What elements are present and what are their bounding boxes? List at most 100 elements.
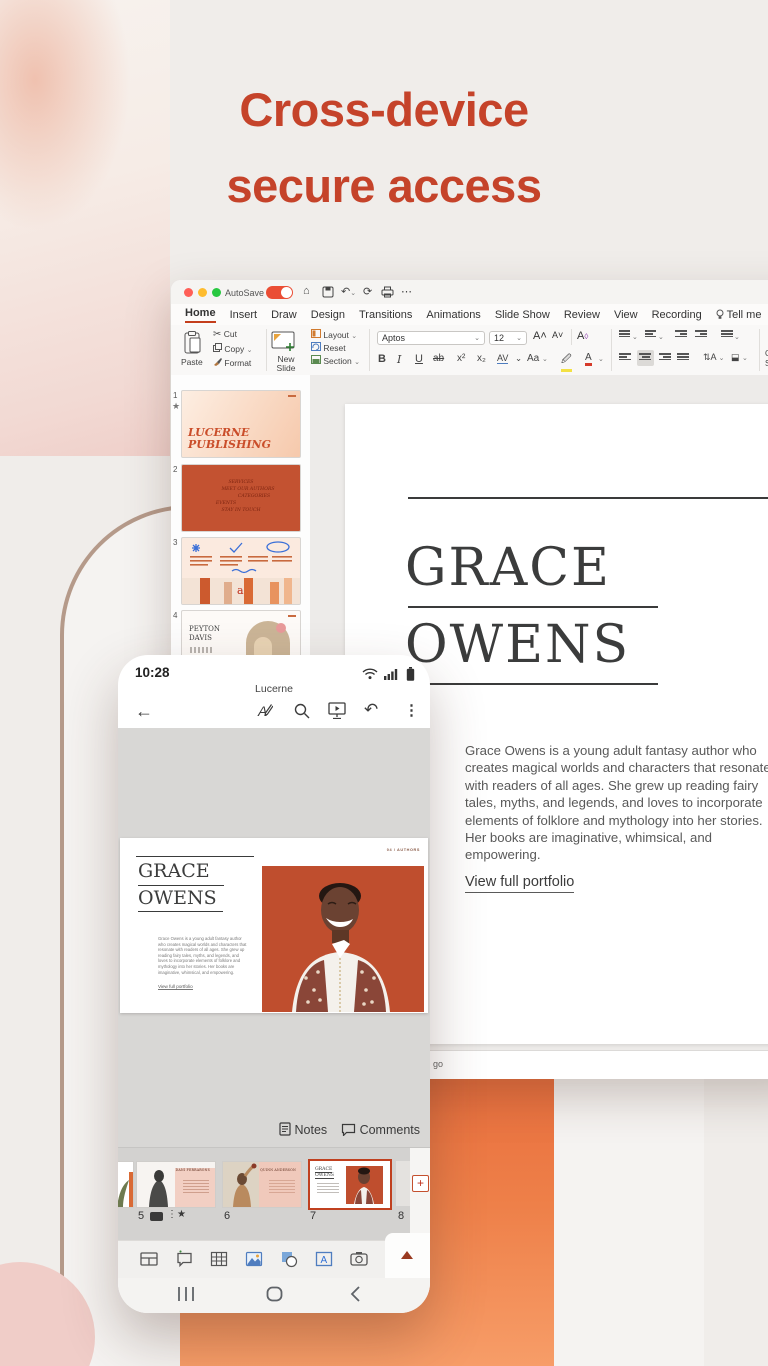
filmstrip-slide-4-partial[interactable] (118, 1161, 134, 1208)
format-painter-button[interactable]: Format (213, 357, 251, 368)
decrease-font-size-icon[interactable]: A˅ (552, 330, 563, 340)
phone-current-slide[interactable]: 04 / AUTHORS GRACE OWENS Grace Owens is … (120, 838, 428, 1013)
battery-icon (406, 667, 415, 681)
tab-draw[interactable]: Draw (271, 309, 297, 321)
present-icon[interactable] (328, 702, 346, 719)
tab-home[interactable]: Home (185, 307, 216, 323)
align-center-icon[interactable] (637, 350, 654, 366)
back-icon[interactable]: ← (135, 701, 153, 722)
add-slide-button[interactable]: + (412, 1175, 429, 1192)
back-icon[interactable] (350, 1286, 361, 1302)
tab-tell-me[interactable]: Tell me (716, 309, 762, 321)
numbered-list-icon[interactable]: ⌄ (645, 329, 664, 341)
mini-slide-title: QUINN ANDERSON (260, 1168, 296, 1172)
home-icon[interactable]: ⌂ (303, 285, 310, 297)
autosave-toggle[interactable] (266, 286, 293, 299)
search-icon[interactable] (294, 703, 310, 719)
undo-icon[interactable]: ↶⌄ (341, 285, 356, 298)
camera-icon[interactable] (350, 1250, 368, 1268)
text-direction-icon[interactable]: ⇅A ⌄ (703, 352, 724, 363)
thumb2-line: STAY IN TOUCH (182, 507, 300, 514)
underline-button[interactable]: U (415, 353, 423, 365)
font-size-combo[interactable]: 12⌄ (489, 331, 527, 345)
align-left-icon[interactable] (619, 352, 632, 364)
tab-view[interactable]: View (614, 309, 638, 321)
recents-icon[interactable] (176, 1286, 196, 1302)
thumb2-line: CATEGORIES (182, 493, 300, 500)
slide-thumbnail-3[interactable]: a (181, 537, 301, 605)
subscript-button[interactable]: x₂ (477, 353, 486, 364)
cut-button[interactable]: ✂ Cut (213, 329, 237, 340)
tab-insert[interactable]: Insert (230, 309, 258, 321)
filmstrip-slide-6[interactable]: QUINN ANDERSON (222, 1161, 302, 1208)
layout-button[interactable]: Layout ⌄ (311, 329, 357, 340)
minimize-window-button[interactable] (198, 288, 207, 297)
filmstrip: DANI FERRARONS QUINN ANDERSON GRACE OWEN… (118, 1147, 430, 1241)
thumb2-line: EVENTS (182, 500, 300, 507)
font-color-button[interactable]: A (585, 352, 592, 366)
filmstrip-number-5: 5 (138, 1210, 144, 1222)
more-commands-icon[interactable]: ⋯ (401, 285, 412, 298)
character-spacing-button[interactable]: AV (497, 353, 508, 364)
undo-icon[interactable]: ↶ (364, 700, 378, 720)
text-box-icon[interactable]: A (315, 1250, 333, 1268)
table-icon[interactable] (210, 1250, 228, 1268)
tab-recording[interactable]: Recording (652, 309, 702, 321)
phone-slide-title: GRACE OWENS (138, 859, 224, 912)
decrease-indent-icon[interactable] (675, 329, 688, 341)
clear-formatting-icon[interactable]: A◊ (577, 330, 588, 342)
bullet-list-icon[interactable]: ⌄ (619, 329, 638, 341)
tab-animations[interactable]: Animations (426, 309, 480, 321)
tab-slide-show[interactable]: Slide Show (495, 309, 550, 321)
reset-icon (311, 342, 321, 351)
animation-star-icon: ★ (172, 401, 180, 412)
filmstrip-slide-8-partial[interactable] (396, 1161, 410, 1206)
notes-button[interactable]: Notes (295, 1123, 328, 1137)
align-right-icon[interactable] (659, 352, 672, 364)
thumb3-doodles: a (182, 538, 300, 604)
layout-icon[interactable] (140, 1250, 158, 1268)
paste-label[interactable]: Paste (181, 357, 203, 367)
image-icon[interactable] (245, 1250, 263, 1268)
tab-review[interactable]: Review (564, 309, 600, 321)
slide-thumbnail-1[interactable]: LUCERNE PUBLISHING (181, 390, 301, 458)
strikethrough-button[interactable]: ab (433, 353, 444, 364)
font-name-combo[interactable]: Aptos⌄ (377, 331, 485, 345)
bold-button[interactable]: B (378, 353, 386, 365)
italic-button[interactable]: I (397, 353, 401, 366)
zoom-window-button[interactable] (212, 288, 221, 297)
collapse-toolbar-icon[interactable] (401, 1251, 413, 1259)
redo-icon[interactable]: ⟳ (363, 285, 372, 298)
save-icon[interactable] (322, 286, 334, 298)
paste-icon[interactable] (183, 331, 203, 355)
print-icon[interactable] (381, 286, 394, 298)
increase-indent-icon[interactable] (695, 329, 708, 341)
comments-button[interactable]: Comments (360, 1123, 420, 1137)
slide-thumbnail-2[interactable]: SERVICES MEET OUR AUTHORS CATEGORIES EVE… (181, 464, 301, 532)
new-comment-icon[interactable] (175, 1250, 193, 1268)
new-slide-icon[interactable] (271, 331, 297, 351)
filmstrip-slide-7-selected[interactable]: GRACE OWENS (308, 1159, 392, 1210)
section-button[interactable]: Section ⌄ (311, 355, 360, 366)
view-portfolio-link[interactable]: View full portfolio (465, 874, 574, 893)
shapes-icon[interactable] (280, 1250, 298, 1268)
highlight-color-button[interactable]: 🖉 (561, 352, 572, 372)
superscript-button[interactable]: x² (457, 353, 465, 364)
copy-button[interactable]: Copy ⌄ (213, 343, 252, 354)
line-spacing-icon[interactable]: ⌄ (721, 329, 740, 341)
filmstrip-slide-5[interactable]: DANI FERRARONS (136, 1161, 216, 1208)
notes-comments-row: Notes Comments (279, 1122, 420, 1137)
tab-design[interactable]: Design (311, 309, 345, 321)
home-icon[interactable] (266, 1286, 283, 1302)
layout-icon (311, 329, 321, 338)
align-text-icon[interactable]: ⬓ ⌄ (731, 352, 748, 363)
justify-icon[interactable] (677, 352, 690, 364)
increase-font-size-icon[interactable]: A˄ (533, 330, 547, 342)
overflow-menu-icon[interactable]: ⋮ (404, 701, 419, 719)
new-slide-label[interactable]: New Slide (269, 355, 303, 373)
edit-mode-icon[interactable]: A (258, 703, 273, 719)
close-window-button[interactable] (184, 288, 193, 297)
change-case-button[interactable]: Aa ⌄ (527, 353, 548, 364)
tab-transitions[interactable]: Transitions (359, 309, 412, 321)
reset-button[interactable]: Reset (311, 342, 346, 353)
